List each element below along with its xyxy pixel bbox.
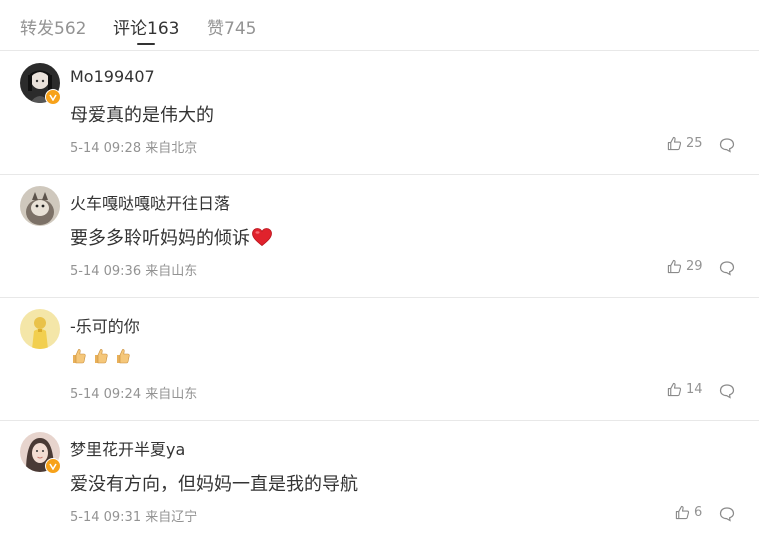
avatar[interactable] <box>20 186 60 226</box>
active-tab-indicator <box>137 43 156 45</box>
thumbs-up-icon <box>92 347 110 369</box>
like-count: 25 <box>686 136 703 151</box>
comment-emoji-row <box>70 347 136 365</box>
tab-reposts[interactable]: 转发562 <box>20 14 86 39</box>
comment-meta: 5-14 09:31 来自辽宁 <box>70 510 198 525</box>
comment-meta: 5-14 09:24 来自山东 <box>70 387 198 402</box>
verified-badge-icon <box>45 458 61 474</box>
comment-username[interactable]: 梦里花开半夏ya <box>70 436 185 460</box>
reply-icon[interactable] <box>719 260 735 280</box>
avatar[interactable] <box>20 309 60 349</box>
thumbs-up-outline-icon <box>667 259 682 274</box>
comment-meta: 5-14 09:28 来自北京 <box>70 141 198 156</box>
comment-item: 梦里花开半夏ya 爱没有方向，但妈妈一直是我的导航 5-14 09:31 来自辽… <box>0 420 759 543</box>
tab-comments-label: 评论163 <box>113 19 180 39</box>
heart-icon <box>252 228 272 247</box>
comment-text-content: 要多多聆听妈妈的倾诉 <box>70 228 250 249</box>
like-count: 29 <box>686 259 703 274</box>
verified-badge-icon <box>45 89 61 105</box>
comment-meta: 5-14 09:36 来自山东 <box>70 264 198 279</box>
comment-username[interactable]: Mo199407 <box>70 67 155 86</box>
tab-comments[interactable]: 评论163 <box>113 14 180 45</box>
reply-icon[interactable] <box>719 383 735 403</box>
thumbs-up-outline-icon <box>667 136 682 151</box>
thumbs-up-outline-icon <box>667 382 682 397</box>
comment-tabs: 转发562 评论163 赞745 <box>0 0 759 51</box>
comment-username[interactable]: -乐可的你 <box>70 313 140 337</box>
comment-item: -乐可的你 5-14 09:24 来自山东 14 <box>0 297 759 421</box>
comment-text: 爱没有方向，但妈妈一直是我的导航 <box>70 474 358 495</box>
comment-username[interactable]: 火车嘎哒嘎哒开往日落 <box>70 190 230 214</box>
thumbs-up-icon <box>70 347 88 369</box>
thumbs-up-outline-icon <box>675 505 690 520</box>
thumbs-up-icon <box>114 347 132 369</box>
comment-item: Mo199407 母爱真的是伟大的 5-14 09:28 来自北京 25 <box>0 51 759 175</box>
tab-likes[interactable]: 赞745 <box>207 14 256 39</box>
like-count: 14 <box>686 382 703 397</box>
reply-icon[interactable] <box>719 137 735 157</box>
like-count: 6 <box>694 505 703 520</box>
reply-icon[interactable] <box>719 506 735 526</box>
comment-text: 母爱真的是伟大的 <box>70 105 214 126</box>
comment-text: 要多多聆听妈妈的倾诉 <box>70 224 273 250</box>
comment-item: 火车嘎哒嘎哒开往日落 要多多聆听妈妈的倾诉 5-14 09:36 来自山东 29 <box>0 174 759 298</box>
